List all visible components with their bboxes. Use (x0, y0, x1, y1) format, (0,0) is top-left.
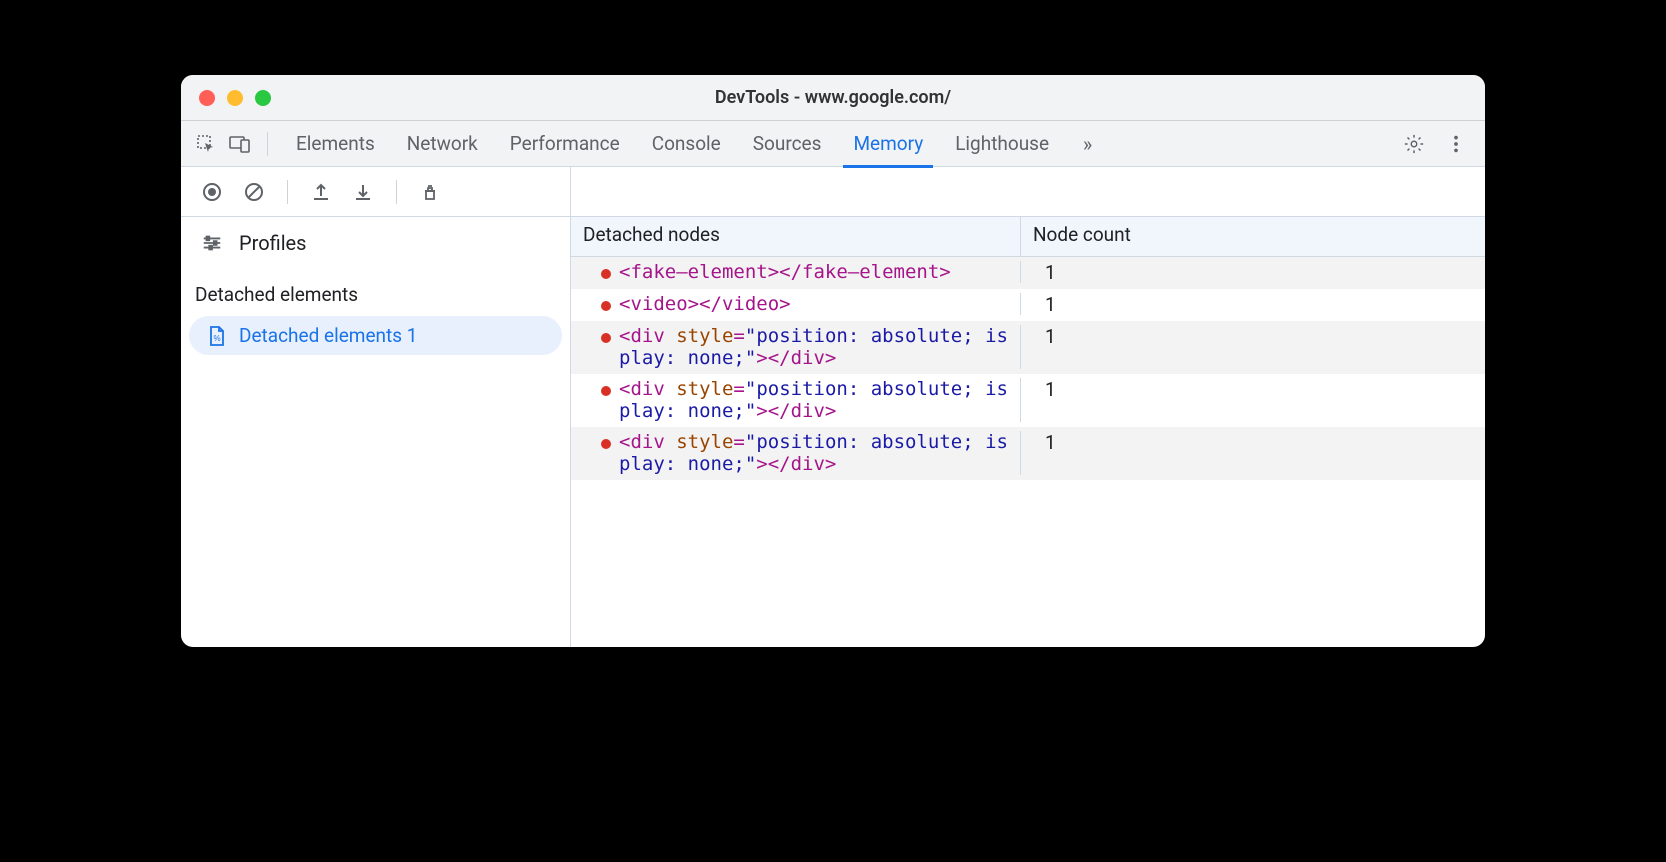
more-tabs-button[interactable]: » (1071, 129, 1101, 159)
main-panel: Detached nodes Node count <fake–element>… (571, 167, 1485, 647)
upload-icon[interactable] (304, 175, 338, 209)
tab-elements[interactable]: Elements (294, 121, 377, 167)
main-toolbar-strip (571, 167, 1485, 217)
status-dot-icon (601, 386, 611, 396)
tab-performance[interactable]: Performance (508, 121, 622, 167)
status-dot-icon (601, 333, 611, 343)
clear-icon[interactable] (237, 175, 271, 209)
table-body: <fake–element></fake–element>1<video></v… (571, 257, 1485, 647)
sidebar-section-label: Detached elements (181, 269, 570, 316)
tab-memory[interactable]: Memory (851, 121, 925, 167)
titlebar: DevTools - www.google.com/ (181, 75, 1485, 121)
sliders-icon[interactable] (201, 232, 223, 254)
traffic-lights (181, 90, 271, 106)
status-dot-icon (601, 301, 611, 311)
table-row[interactable]: <div style="position: absolute; isplay: … (571, 427, 1485, 480)
cell-node-count: 1 (1021, 261, 1485, 284)
node-html: <div style="position: absolute; isplay: … (619, 431, 1008, 475)
record-icon[interactable] (195, 175, 229, 209)
tab-sources[interactable]: Sources (751, 121, 824, 167)
tab-lighthouse[interactable]: Lighthouse (953, 121, 1051, 167)
node-html: <fake–element></fake–element> (619, 261, 951, 283)
cell-node-count: 1 (1021, 293, 1485, 316)
file-icon: % (207, 325, 227, 347)
sidebar-toolbar (181, 167, 570, 217)
table-header: Detached nodes Node count (571, 217, 1485, 257)
node-html: <video></video> (619, 293, 791, 315)
close-window-button[interactable] (199, 90, 215, 106)
header-node-count[interactable]: Node count (1021, 217, 1485, 256)
collect-garbage-icon[interactable] (413, 175, 447, 209)
sidebar: Profiles Detached elements % Detached el… (181, 167, 571, 647)
header-detached-nodes[interactable]: Detached nodes (571, 217, 1021, 256)
tab-console[interactable]: Console (650, 121, 723, 167)
profile-item-detached-1[interactable]: % Detached elements 1 (189, 316, 562, 355)
download-icon[interactable] (346, 175, 380, 209)
inspect-element-icon[interactable] (191, 129, 221, 159)
profiles-label: Profiles (239, 231, 306, 255)
kebab-menu-icon[interactable] (1441, 129, 1471, 159)
devtools-window: DevTools - www.google.com/ Elements Netwo… (181, 75, 1485, 647)
divider (396, 180, 397, 204)
cell-node-count: 1 (1021, 325, 1485, 348)
cell-detached-node: <div style="position: absolute; isplay: … (571, 431, 1021, 475)
cell-detached-node: <fake–element></fake–element> (571, 261, 1021, 283)
window-title: DevTools - www.google.com/ (181, 87, 1485, 108)
profile-item-label: Detached elements 1 (239, 324, 417, 347)
svg-text:%: % (213, 334, 220, 343)
tabs: Elements Network Performance Console Sources… (294, 121, 1051, 167)
tabbar: Elements Network Performance Console Sources… (181, 121, 1485, 167)
table-row[interactable]: <div style="position: absolute; isplay: … (571, 374, 1485, 427)
cell-node-count: 1 (1021, 378, 1485, 401)
tab-network[interactable]: Network (405, 121, 480, 167)
status-dot-icon (601, 439, 611, 449)
node-html: <div style="position: absolute; isplay: … (619, 325, 1008, 369)
device-toolbar-icon[interactable] (225, 129, 255, 159)
minimize-window-button[interactable] (227, 90, 243, 106)
settings-icon[interactable] (1399, 129, 1429, 159)
cell-detached-node: <div style="position: absolute; isplay: … (571, 378, 1021, 422)
node-html: <div style="position: absolute; isplay: … (619, 378, 1008, 422)
cell-node-count: 1 (1021, 431, 1485, 454)
panel-body: Profiles Detached elements % Detached el… (181, 167, 1485, 647)
profiles-header: Profiles (181, 217, 570, 269)
table-row[interactable]: <div style="position: absolute; isplay: … (571, 321, 1485, 374)
divider (287, 180, 288, 204)
maximize-window-button[interactable] (255, 90, 271, 106)
status-dot-icon (601, 269, 611, 279)
cell-detached-node: <video></video> (571, 293, 1021, 315)
table-row[interactable]: <fake–element></fake–element> 1 (571, 257, 1485, 289)
divider (267, 132, 268, 156)
cell-detached-node: <div style="position: absolute; isplay: … (571, 325, 1021, 369)
table-row[interactable]: <video></video> 1 (571, 289, 1485, 321)
